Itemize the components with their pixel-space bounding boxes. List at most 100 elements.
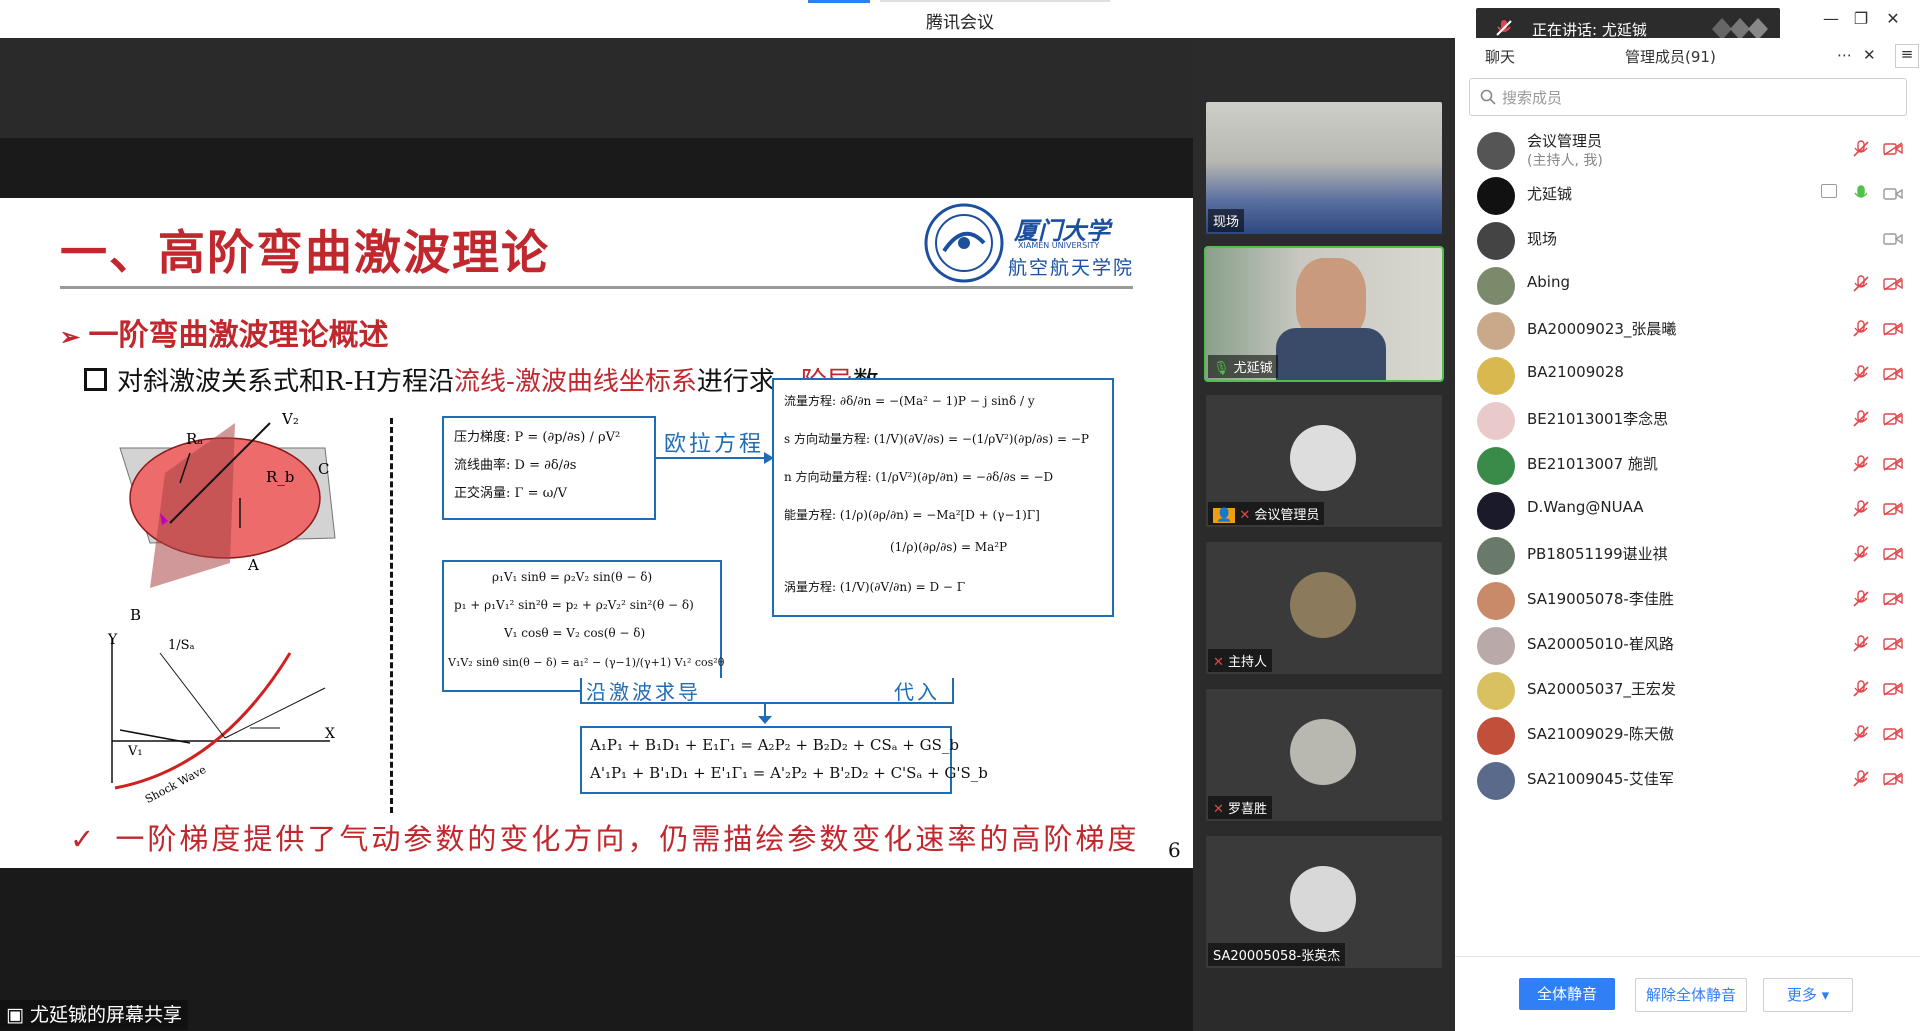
slide-line1: 对斜激波关系式和R-H方程沿流线-激波曲线坐标系进行求一阶导数	[84, 361, 879, 398]
camera-off-icon[interactable]	[1883, 637, 1903, 651]
more-options-icon[interactable]: ⋯	[1837, 46, 1852, 64]
fig-label-a: A	[248, 556, 259, 574]
definition-row: 流线曲率: D = ∂δ/∂s	[454, 458, 577, 473]
line1-part-b: 进行求	[696, 367, 775, 397]
arrow-right-icon	[654, 452, 774, 464]
camera-off-icon[interactable]	[1883, 772, 1903, 786]
mic-muted-icon[interactable]	[1852, 365, 1870, 383]
subtitle-text: 一阶弯曲激波理论概述	[88, 318, 389, 353]
search-icon	[1480, 89, 1496, 105]
avatar	[1477, 717, 1515, 755]
member-name: SA20005010-崔风路	[1527, 635, 1674, 653]
close-icon[interactable]: ✕	[1878, 6, 1908, 32]
square-bullet-icon	[84, 368, 107, 391]
restore-icon[interactable]: ❐	[1846, 6, 1876, 32]
mic-muted-icon[interactable]	[1852, 410, 1870, 428]
speaking-indicator-icon	[1712, 18, 1768, 40]
avatar	[1477, 222, 1515, 260]
camera-icon[interactable]	[1883, 232, 1903, 246]
camera-off-icon[interactable]	[1883, 502, 1903, 516]
mic-muted-icon: ✕	[1213, 802, 1224, 817]
admin-avatar	[1290, 425, 1356, 491]
video-tile-admin[interactable]: 👤 ✕ 会议管理员	[1206, 395, 1442, 527]
mic-muted-icon[interactable]	[1852, 680, 1870, 698]
unmute-all-button[interactable]: 解除全体静音	[1635, 978, 1747, 1012]
video-tile-zhang[interactable]: SA20005058-张英杰	[1206, 836, 1442, 968]
member-name: Abing	[1527, 273, 1570, 291]
tile-name: ✕ 罗喜胜	[1208, 796, 1273, 819]
fig-label-c: C	[318, 460, 330, 478]
conclusion-text: 一阶梯度提供了气动参数的变化方向，仍需描绘参数变化速率的高阶梯度	[115, 822, 1140, 856]
mic-muted-icon[interactable]	[1852, 320, 1870, 338]
member-name: D.Wang@NUAA	[1527, 498, 1644, 516]
camera-icon[interactable]	[1883, 187, 1903, 201]
share-label-text: 尤延铖的屏幕共享	[30, 1004, 183, 1026]
shock-coordinate-figure	[111, 638, 330, 790]
logo-dept: 航空航天学院	[1008, 257, 1135, 279]
camera-off-icon[interactable]	[1883, 367, 1903, 381]
mic-muted-icon[interactable]	[1852, 770, 1870, 788]
camera-off-icon[interactable]	[1883, 592, 1903, 606]
mute-all-button[interactable]: 全体静音	[1519, 978, 1615, 1010]
camera-off-icon[interactable]	[1883, 412, 1903, 426]
member-name: SA21009045-艾佳军	[1527, 770, 1674, 788]
video-tile-luo[interactable]: ✕ 罗喜胜	[1206, 689, 1442, 821]
camera-off-icon[interactable]	[1883, 322, 1903, 336]
definition-row: 压力梯度: P = (∂p/∂s) / ρV²	[454, 430, 621, 445]
mic-muted-icon[interactable]	[1852, 635, 1870, 653]
substitute-label: 代入	[894, 680, 940, 704]
user-icon: 👤	[1213, 508, 1236, 523]
video-tile-venue[interactable]: 现场	[1206, 102, 1442, 234]
host-avatar	[1290, 572, 1356, 638]
member-name: 会议管理员	[1527, 132, 1603, 150]
fig-label-ra: Rₐ	[186, 430, 204, 448]
mic-muted-icon[interactable]	[1852, 725, 1870, 743]
camera-off-icon[interactable]	[1883, 457, 1903, 471]
avatar	[1477, 627, 1515, 665]
camera-off-icon[interactable]	[1883, 142, 1903, 156]
tab-chat[interactable]: 聊天	[1485, 46, 1515, 67]
video-tile-host[interactable]: ✕ 主持人	[1206, 542, 1442, 674]
camera-off-icon[interactable]	[1883, 727, 1903, 741]
fig-label-ssa: 1/Sₐ	[168, 638, 195, 653]
tab-members[interactable]: 管理成员(91)	[1625, 46, 1716, 67]
member-name: BA21009028	[1527, 363, 1624, 381]
slide-subtitle: ➢ 一阶弯曲激波理论概述	[60, 310, 388, 354]
member-search[interactable]: 搜索成员	[1469, 78, 1907, 116]
title-tab-indicator	[808, 0, 870, 3]
camera-off-icon[interactable]	[1883, 277, 1903, 291]
video-tile-speaker[interactable]: 🎙 尤延铖	[1204, 246, 1444, 382]
screen-share-label: ▣ 尤延铖的屏幕共享	[0, 1000, 189, 1030]
close-panel-icon[interactable]: ✕	[1863, 46, 1876, 64]
relation-row: ρ₁V₁ sinθ = ρ₂V₂ sin(θ − δ)	[492, 570, 653, 584]
camera-off-icon[interactable]	[1883, 682, 1903, 696]
member-name: BE21013001李念思	[1527, 410, 1669, 428]
equation-row: 能量方程: (1/ρ)(∂ρ/∂n) = −Ma²[D + (γ−1)Γ]	[784, 508, 1040, 522]
mic-muted-icon[interactable]	[1852, 500, 1870, 518]
equation-row: 涡量方程: (1/V)(∂V/∂n) = D − Γ	[784, 580, 966, 594]
tile-name: 👤 ✕ 会议管理员	[1208, 502, 1325, 525]
result-row: A₁P₁ + B₁D₁ + E₁Γ₁ = A₂P₂ + B₂D₂ + CSₐ +…	[590, 736, 959, 754]
mic-active-icon[interactable]	[1852, 185, 1870, 203]
member-row[interactable]: SA21009045-艾佳军	[1455, 752, 1920, 807]
page-number: 6	[1168, 838, 1181, 862]
fig-label-b: B	[130, 606, 142, 624]
member-name: 现场	[1527, 230, 1558, 248]
check-icon: ✓	[70, 822, 98, 856]
minimize-icon[interactable]: —	[1816, 6, 1846, 32]
menu-icon[interactable]: ≡	[1895, 44, 1919, 68]
mic-muted-icon[interactable]	[1852, 590, 1870, 608]
logo-en: XIAMEN UNIVERSITY	[1018, 241, 1100, 250]
fig-label-v1: V₁	[128, 744, 143, 759]
more-button[interactable]: 更多 ▾	[1763, 978, 1853, 1012]
mic-muted-icon[interactable]	[1852, 140, 1870, 158]
mic-muted-icon[interactable]	[1852, 545, 1870, 563]
tile-name: 现场	[1208, 209, 1245, 232]
mic-muted-icon: ✕	[1213, 655, 1224, 670]
mic-muted-icon[interactable]	[1852, 455, 1870, 473]
university-logo: 厦门大学 XIAMEN UNIVERSITY 航空航天学院	[922, 203, 1134, 283]
camera-off-icon[interactable]	[1883, 547, 1903, 561]
mic-muted-icon[interactable]	[1852, 275, 1870, 293]
screen-share-icon	[1821, 184, 1837, 198]
avatar	[1477, 582, 1515, 620]
